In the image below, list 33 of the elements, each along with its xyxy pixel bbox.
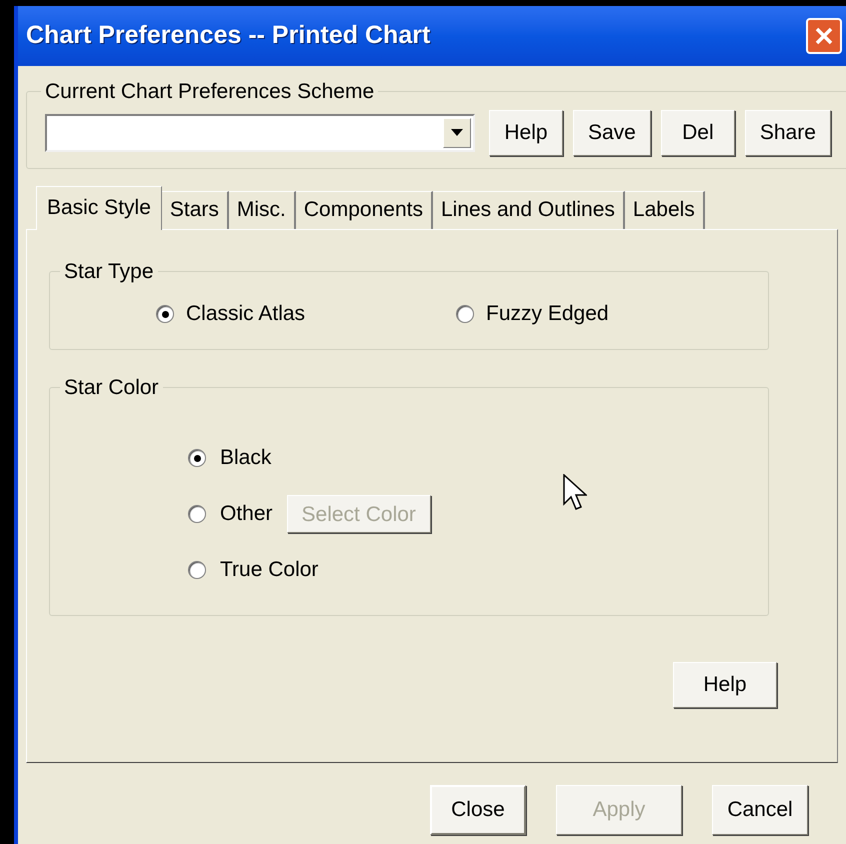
group-legend: Star Type bbox=[60, 256, 158, 287]
window-title: Chart Preferences -- Printed Chart bbox=[26, 20, 430, 52]
dialog-button[interactable]: Close bbox=[430, 784, 526, 834]
close-button[interactable] bbox=[806, 18, 842, 54]
radio-label: Fuzzy Edged bbox=[486, 301, 609, 328]
tab[interactable]: Stars bbox=[162, 190, 229, 228]
scheme-dropdown[interactable] bbox=[45, 114, 475, 152]
tab[interactable]: Labels bbox=[624, 190, 705, 228]
toolbar-button[interactable]: Save bbox=[573, 110, 651, 156]
tab[interactable]: Basic Style bbox=[36, 186, 162, 230]
dialog-button[interactable]: Cancel bbox=[712, 784, 808, 834]
toolbar-button[interactable]: Help bbox=[489, 110, 563, 156]
close-icon bbox=[814, 26, 834, 46]
help-button[interactable]: Help bbox=[673, 662, 777, 708]
radio-label: Black bbox=[220, 445, 272, 472]
radio-label: Other bbox=[220, 501, 273, 528]
radio-button[interactable] bbox=[188, 561, 206, 579]
radio-label: True Color bbox=[220, 557, 318, 584]
tab[interactable]: Components bbox=[296, 190, 433, 228]
dropdown-arrow-button[interactable] bbox=[443, 118, 471, 148]
caret-icon bbox=[451, 129, 463, 136]
group-legend: Current Chart Preferences Scheme bbox=[41, 76, 378, 108]
toolbar-button[interactable]: Share bbox=[744, 110, 831, 156]
mouse-pointer-icon bbox=[563, 474, 587, 512]
radio-button[interactable] bbox=[188, 505, 206, 523]
radio-button[interactable] bbox=[188, 449, 206, 467]
tab[interactable]: Lines and Outlines bbox=[432, 190, 625, 228]
radio-label: Classic Atlas bbox=[186, 301, 306, 328]
radio-button[interactable] bbox=[156, 305, 174, 323]
tab[interactable]: Misc. bbox=[228, 190, 296, 228]
radio-button[interactable] bbox=[456, 305, 474, 323]
toolbar-button[interactable]: Del bbox=[660, 110, 735, 156]
group-legend: Star Color bbox=[60, 372, 163, 403]
